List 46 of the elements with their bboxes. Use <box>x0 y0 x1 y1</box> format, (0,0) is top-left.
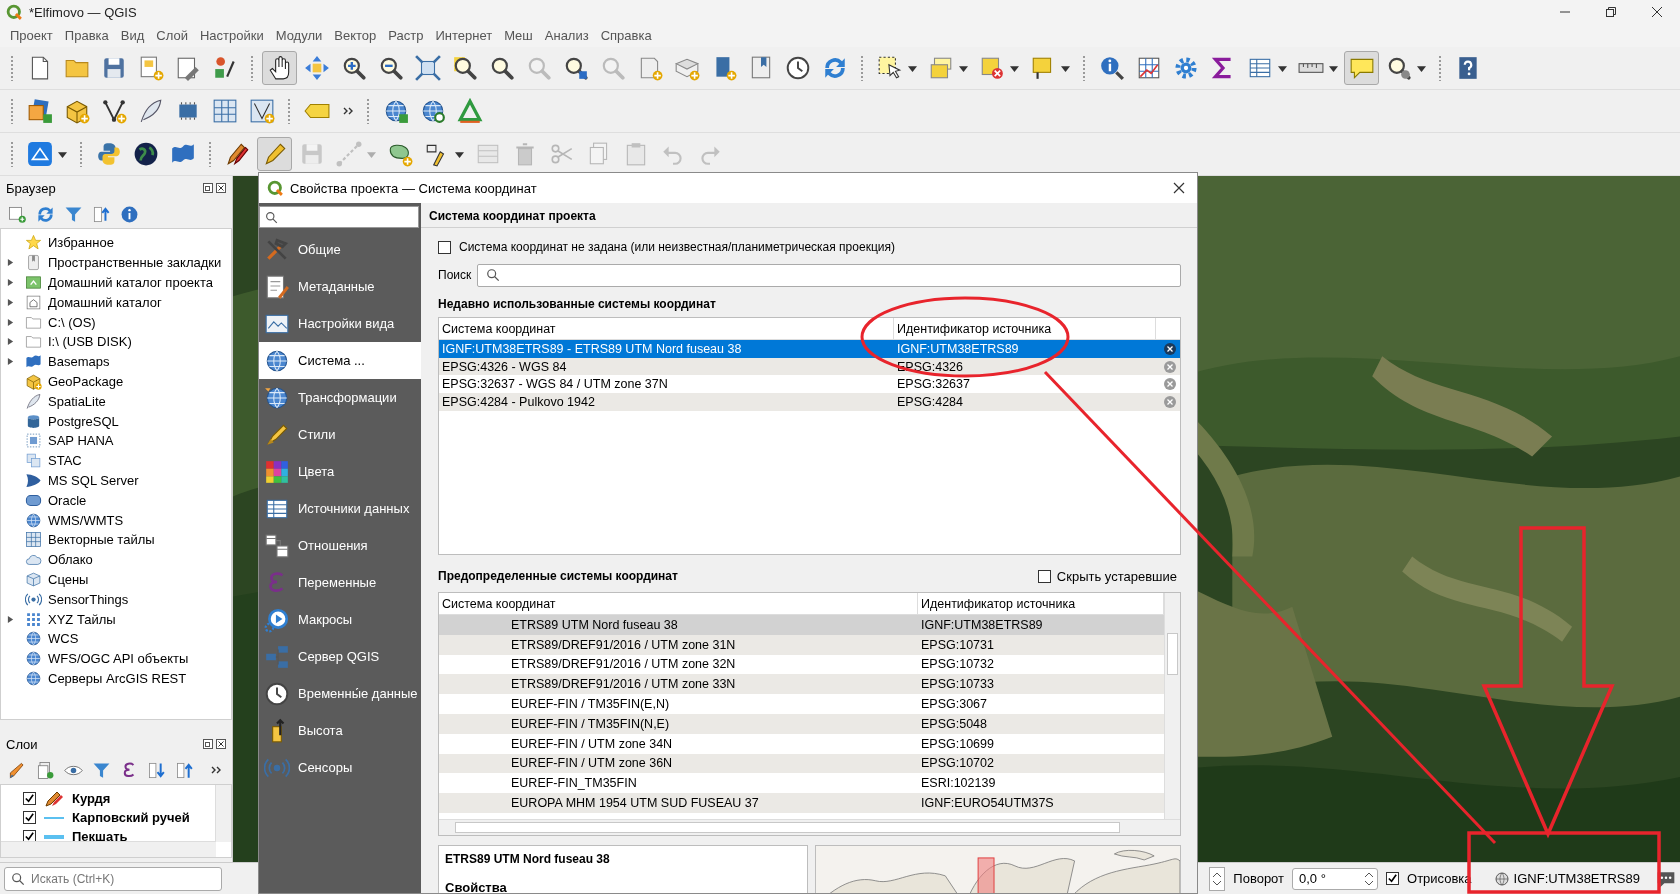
menu-item[interactable]: Справка <box>594 28 658 43</box>
tree-item[interactable]: Basemaps <box>1 351 231 372</box>
tree-item[interactable]: SensorThings <box>1 589 231 610</box>
tree-item[interactable]: Домашний каталог проекта <box>1 272 231 293</box>
menu-item[interactable]: Растр <box>382 28 430 43</box>
layer-name[interactable]: Пекшать <box>72 829 128 844</box>
menu-item[interactable]: Меш <box>498 28 539 43</box>
tree-item[interactable]: Облако <box>1 549 231 570</box>
tree-item[interactable]: Избранное <box>1 233 231 253</box>
menu-item[interactable]: Модули <box>269 28 329 43</box>
layer-name[interactable]: Карповский ручей <box>72 810 190 825</box>
tree-item[interactable]: Векторные тайлы <box>1 529 231 550</box>
menu-item[interactable]: Анализ <box>538 28 595 43</box>
menu-item[interactable]: Настройки <box>193 28 270 43</box>
menu-item[interactable]: Вектор <box>328 28 383 43</box>
tree-item[interactable]: PostgreSQL <box>1 411 231 431</box>
layer-name[interactable]: Курдя <box>72 791 111 806</box>
tree-item[interactable]: Серверы ArcGIS REST <box>1 668 231 689</box>
menu-item[interactable]: Правка <box>58 28 115 43</box>
panel-title: Браузер <box>6 180 56 196</box>
panel-title: Слои <box>6 736 38 752</box>
tree-item[interactable]: Пространственные закладки <box>1 252 231 273</box>
menu-item[interactable]: Вид <box>114 28 151 43</box>
tree-item[interactable]: MS SQL Server <box>1 470 231 491</box>
tree-item[interactable]: GeoPackage <box>1 371 231 392</box>
rotation-label: Поворот <box>1233 871 1285 886</box>
tree-item[interactable]: WFS/OGC API объекты <box>1 648 231 669</box>
tree-item[interactable]: WCS <box>1 628 231 649</box>
rotation-field[interactable]: 0,0 ° <box>1292 867 1379 890</box>
menu-item[interactable]: Проект <box>4 28 59 43</box>
tree-item[interactable]: Oracle <box>1 490 231 511</box>
tree-item[interactable]: I:\ (USB DISK) <box>1 332 231 352</box>
menu-item[interactable]: Слой <box>150 28 194 43</box>
tree-item[interactable]: SpatiaLite <box>1 391 231 412</box>
tree-item[interactable]: WMS/WMTS <box>1 510 231 530</box>
search-field[interactable]: Искать (Ctrl+K) <box>4 866 222 891</box>
tree-item[interactable]: C:\ (OS) <box>1 312 231 332</box>
window-title: *Elfimovo — QGIS <box>29 4 137 20</box>
tree-item[interactable]: XYZ Тайлы <box>1 609 231 629</box>
tree-item[interactable]: STAC <box>1 450 231 471</box>
tree-item[interactable]: Домашний каталог <box>1 292 231 313</box>
tree-item[interactable]: SAP HANA <box>1 430 231 451</box>
properties-heading: Свойства <box>445 880 508 893</box>
tree-item[interactable]: Сцены <box>1 569 231 590</box>
crs-button[interactable]: IGNF:UTM38ETRS89 <box>1489 870 1644 887</box>
menu-item[interactable]: Интернет <box>429 28 499 43</box>
